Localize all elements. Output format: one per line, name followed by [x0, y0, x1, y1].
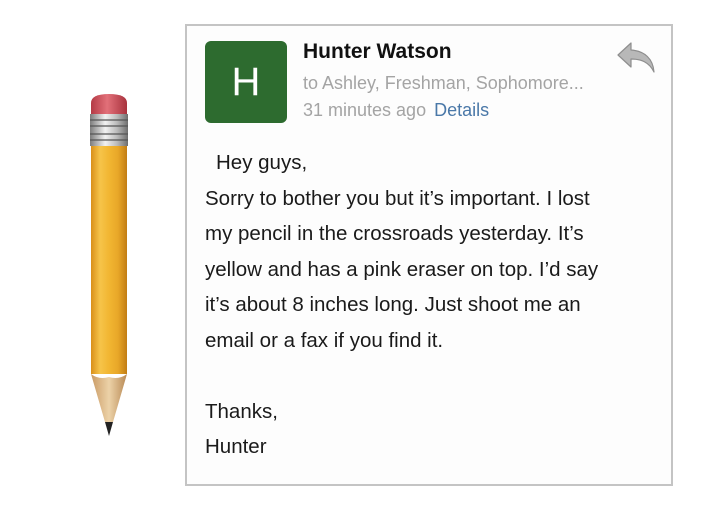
greeting-line: Hey guys,	[216, 151, 308, 174]
reply-icon[interactable]	[615, 40, 657, 76]
body-line: email or a fax if you find it.	[205, 328, 444, 352]
closing-line: Thanks,	[205, 399, 278, 423]
pencil-wood-tip	[91, 374, 127, 422]
body-line: Sorry to bother you but it’s important. …	[205, 186, 590, 210]
pencil-lead	[105, 422, 113, 436]
pencil-ferrule	[90, 114, 128, 146]
body-line: it’s about 8 inches long. Just shoot me …	[205, 293, 581, 316]
meta-line: 31 minutes ago Details	[303, 100, 489, 121]
email-card: H Hunter Watson to Ashley, Freshman, Sop…	[185, 24, 673, 486]
pencil-body	[91, 146, 127, 374]
pencil-eraser	[91, 94, 127, 114]
recipients-line: to Ashley, Freshman, Sophomore...	[303, 73, 584, 93]
sender-name: Hunter Watson	[303, 40, 452, 63]
email-body: Hey guys, Sorry to bother you but it’s i…	[205, 145, 657, 465]
body-line: yellow and has a pink eraser on top. I’d…	[205, 257, 599, 281]
signature-line: Hunter	[205, 435, 267, 458]
pencil-illustration	[90, 94, 128, 436]
avatar: H	[205, 41, 287, 123]
body-line: my pencil in the crossroads yesterday. I…	[205, 222, 584, 245]
timestamp: 31 minutes ago	[303, 100, 427, 120]
stage: H Hunter Watson to Ashley, Freshman, Sop…	[0, 0, 716, 518]
details-link[interactable]: Details	[434, 100, 489, 120]
